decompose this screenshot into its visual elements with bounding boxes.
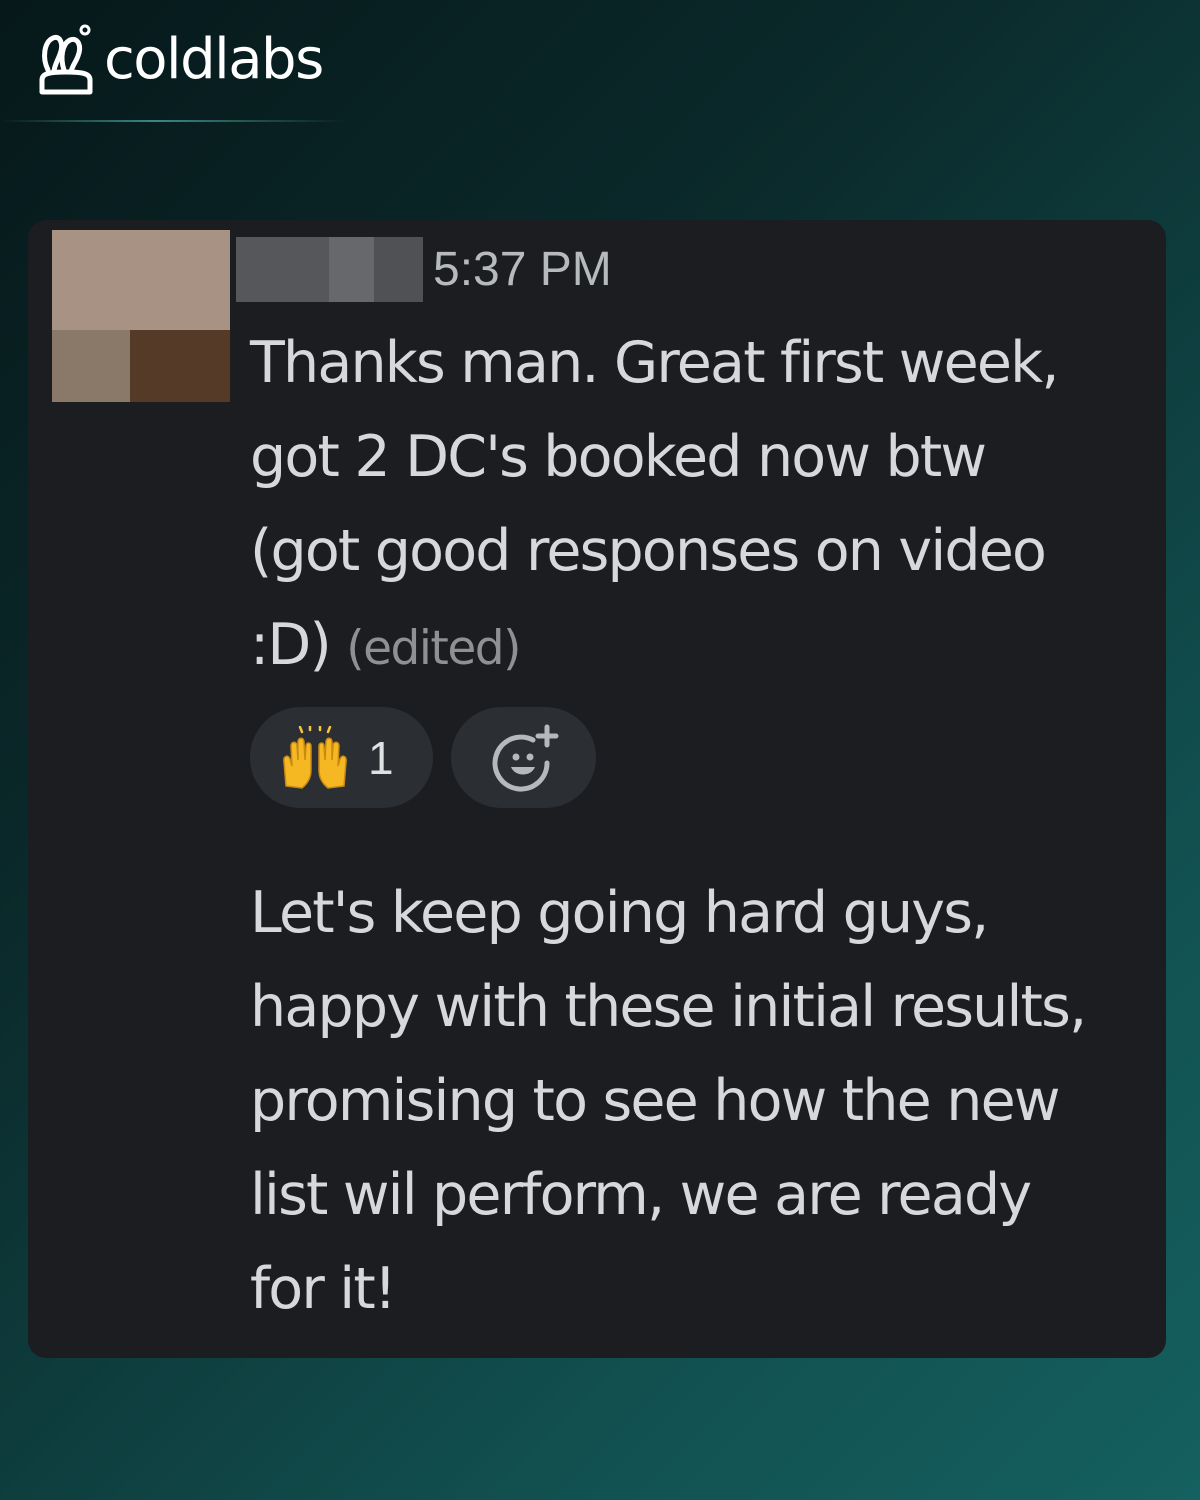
add-emoji-icon <box>492 724 558 792</box>
message-line: happy with these initial results, <box>250 974 1087 1040</box>
message-line: Let's keep going hard guys, <box>250 880 989 946</box>
message-line: got 2 DC's booked now btw <box>250 424 987 490</box>
coldlabs-logo-icon <box>39 24 93 95</box>
reaction-count: 1 <box>368 731 394 784</box>
message-line: list wil perform, we are ready <box>250 1162 1032 1228</box>
message-line: Thanks man. Great first week, <box>250 330 1059 396</box>
message-text-followup: Let's keep going hard guys, happy with t… <box>250 866 1150 1336</box>
message-line-last: :D) (edited) <box>250 598 1150 696</box>
add-reaction-button[interactable] <box>451 707 596 808</box>
message-timestamp[interactable]: 5:37 PM <box>433 246 612 294</box>
reaction-raised-hands[interactable]: 1 <box>250 707 433 808</box>
reactions-bar: 1 <box>250 707 596 808</box>
brand: coldlabs <box>38 22 324 98</box>
brand-name: coldlabs <box>104 27 324 92</box>
message-line: (got good responses on video <box>250 518 1047 584</box>
header-divider <box>0 120 345 122</box>
message-line-text: :D) <box>250 612 332 678</box>
message-line: promising to see how the new <box>250 1068 1060 1134</box>
avatar[interactable] <box>52 230 230 402</box>
message-text: Thanks man. Great first week, got 2 DC's… <box>250 316 1150 696</box>
sender-name-redacted[interactable] <box>236 237 423 302</box>
message-line: for it! <box>250 1256 397 1322</box>
message-card: 5:37 PM Thanks man. Great first week, go… <box>28 220 1166 1358</box>
edited-label: (edited) <box>346 621 521 676</box>
raised-hands-icon <box>283 725 347 789</box>
